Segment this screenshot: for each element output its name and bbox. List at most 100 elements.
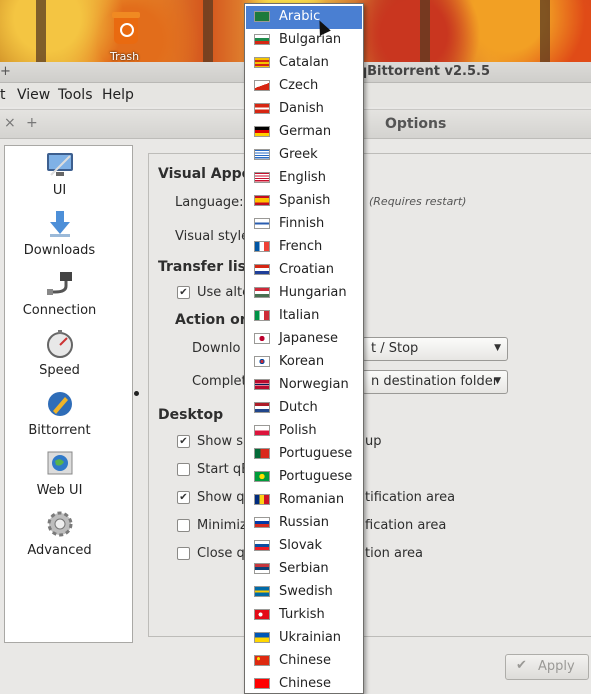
- flag-icon: [254, 34, 270, 45]
- menu-view[interactable]: View: [17, 87, 50, 103]
- language-option[interactable]: Ukrainian: [246, 627, 362, 650]
- flag-icon: [254, 149, 270, 160]
- language-option[interactable]: Norwegian: [246, 374, 362, 397]
- language-option[interactable]: Serbian: [246, 558, 362, 581]
- desktop-option-label: Start qE: [197, 462, 250, 477]
- language-option[interactable]: French: [246, 236, 362, 259]
- desktop-option-label-tail: tion area: [365, 546, 424, 561]
- flag-icon: [254, 80, 270, 91]
- language-option[interactable]: Czech: [246, 75, 362, 98]
- language-option-label: Norwegian: [279, 377, 349, 392]
- desktop-option-label: Minimiz: [197, 518, 247, 533]
- downloading-action-combo[interactable]: t / Stop ▼: [362, 337, 508, 361]
- desktop-option-checkbox[interactable]: [177, 547, 190, 560]
- category-advanced[interactable]: Advanced: [5, 506, 132, 566]
- desktop-option-checkbox[interactable]: ✔: [177, 491, 190, 504]
- language-option-label: Japanese: [279, 331, 339, 346]
- language-option[interactable]: Greek: [246, 144, 362, 167]
- language-option[interactable]: Korean: [246, 351, 362, 374]
- flag-icon: [254, 379, 270, 390]
- downloading-torrents-label: Downlo: [192, 341, 241, 356]
- flag-icon: [254, 448, 270, 459]
- category-connection[interactable]: Connection: [5, 266, 132, 326]
- language-option[interactable]: English: [246, 167, 362, 190]
- flag-icon: [254, 632, 270, 643]
- category-web-ui[interactable]: Web UI: [5, 446, 132, 506]
- menu-tools[interactable]: Tools: [58, 87, 93, 103]
- pin-icon[interactable]: +: [26, 115, 38, 131]
- language-option[interactable]: Russian: [246, 512, 362, 535]
- category-speed-label: Speed: [39, 363, 80, 378]
- splitter-handle[interactable]: [134, 391, 139, 396]
- language-option[interactable]: Polish: [246, 420, 362, 443]
- menu-edit[interactable]: t: [0, 87, 6, 103]
- flag-icon: [254, 678, 270, 689]
- wallpaper-tree-trunk: [420, 0, 430, 62]
- language-option-label: Romanian: [279, 492, 345, 507]
- language-option[interactable]: Finnish: [246, 213, 362, 236]
- language-option-label: Finnish: [279, 216, 325, 231]
- language-option[interactable]: Chinese: [246, 673, 362, 693]
- transfer-list-heading: Transfer list: [158, 259, 253, 275]
- language-option[interactable]: Danish: [246, 98, 362, 121]
- language-option-label: Greek: [279, 147, 318, 162]
- language-option[interactable]: Portuguese: [246, 443, 362, 466]
- desktop-option-label-tail: tification area: [365, 490, 456, 505]
- desktop-option-checkbox[interactable]: ✔: [177, 435, 190, 448]
- window-menu-icon[interactable]: +: [0, 64, 11, 79]
- close-icon[interactable]: ×: [4, 115, 16, 131]
- language-option[interactable]: Spanish: [246, 190, 362, 213]
- speed-icon: [47, 330, 73, 358]
- flag-icon: [254, 425, 270, 436]
- language-option[interactable]: Slovak: [246, 535, 362, 558]
- category-downloads[interactable]: Downloads: [5, 206, 132, 266]
- category-ui[interactable]: UI: [5, 146, 132, 206]
- apply-button-label: Apply: [538, 659, 575, 674]
- language-option[interactable]: Bulgarian: [246, 29, 362, 52]
- language-option[interactable]: German: [246, 121, 362, 144]
- web-ui-icon: [47, 451, 73, 475]
- language-option-label: Portuguese: [279, 469, 353, 484]
- apply-button[interactable]: ✔ Apply: [505, 654, 589, 680]
- flag-icon: [254, 517, 270, 528]
- flag-icon: [254, 195, 270, 206]
- category-speed[interactable]: Speed: [5, 326, 132, 386]
- wallpaper-tree-trunk: [203, 0, 213, 62]
- category-connection-label: Connection: [22, 303, 97, 318]
- language-option-label: Dutch: [279, 400, 318, 415]
- desktop-option-checkbox[interactable]: [177, 519, 190, 532]
- language-option[interactable]: Croatian: [246, 259, 362, 282]
- category-advanced-label: Advanced: [27, 543, 92, 558]
- language-option[interactable]: Japanese: [246, 328, 362, 351]
- use-alternating-colors-checkbox[interactable]: ✔: [177, 286, 190, 299]
- language-option-label: French: [279, 239, 323, 254]
- language-option[interactable]: Hungarian: [246, 282, 362, 305]
- chevron-down-icon: ▼: [494, 343, 501, 353]
- language-option[interactable]: Catalan: [246, 52, 362, 75]
- desktop-option-checkbox[interactable]: [177, 463, 190, 476]
- desktop-option-label-tail: fication area: [365, 518, 447, 533]
- wallpaper-tree-trunk: [540, 0, 550, 62]
- language-dropdown-list[interactable]: Arabic Bulgarian Catalan Czech Danish German G…: [244, 3, 364, 694]
- language-option[interactable]: Swedish: [246, 581, 362, 604]
- language-option-label: Turkish: [279, 607, 325, 622]
- language-option[interactable]: Dutch: [246, 397, 362, 420]
- settings-panel: [148, 153, 591, 637]
- language-option-label: Chinese: [279, 653, 331, 668]
- completed-action-combo[interactable]: n destination folder ▼: [362, 370, 508, 394]
- language-option[interactable]: Turkish: [246, 604, 362, 627]
- category-bittorrent[interactable]: Bittorrent: [5, 386, 132, 446]
- language-option[interactable]: Portuguese: [246, 466, 362, 489]
- completed-torrents-label: Complet: [192, 374, 247, 389]
- flag-icon: [254, 356, 270, 367]
- language-option[interactable]: Romanian: [246, 489, 362, 512]
- menu-help[interactable]: Help: [102, 87, 134, 103]
- flag-icon: [254, 563, 270, 574]
- checkmark-icon: ✔: [516, 658, 527, 673]
- language-option[interactable]: Chinese: [246, 650, 362, 673]
- language-option[interactable]: Italian: [246, 305, 362, 328]
- language-option-label: Polish: [279, 423, 317, 438]
- language-option[interactable]: Arabic: [246, 6, 362, 29]
- downloads-icon: [50, 211, 70, 237]
- trash-icon[interactable]: [112, 12, 140, 46]
